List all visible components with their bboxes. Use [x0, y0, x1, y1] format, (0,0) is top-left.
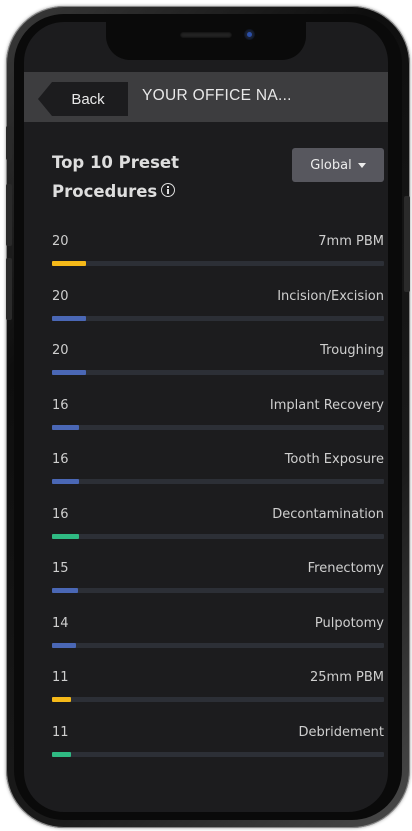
procedure-count: 20	[52, 288, 69, 304]
procedure-row: 14 Pulpotomy	[52, 616, 384, 671]
progress-fill	[52, 751, 71, 757]
top-bar: Back YOUR OFFICE NA...	[24, 72, 388, 122]
procedure-count: 11	[52, 724, 69, 740]
procedure-name: Tooth Exposure	[284, 452, 384, 467]
procedure-name: Incision/Excision	[277, 288, 384, 304]
procedure-row: 16 Tooth Exposure	[52, 452, 384, 507]
progress-fill	[52, 642, 76, 648]
section-title-line2: Procedures	[52, 182, 158, 201]
camera-icon	[244, 29, 255, 40]
procedure-row: 20 7mm PBM	[52, 234, 384, 289]
procedure-row: 16 Decontamination	[52, 507, 384, 562]
progress-fill	[52, 261, 86, 266]
procedure-count: 16	[52, 397, 69, 413]
volume-up-button	[6, 184, 12, 246]
procedure-row: 20 Troughing	[52, 343, 384, 398]
progress-track	[52, 370, 384, 375]
procedure-count: 15	[52, 561, 69, 576]
progress-fill	[52, 479, 79, 484]
back-button-label: Back	[71, 90, 105, 108]
procedure-count: 20	[52, 234, 69, 249]
procedure-count: 14	[52, 615, 69, 631]
procedure-row: 20 Incision/Excision	[52, 289, 384, 344]
procedure-name: Pulpotomy	[314, 615, 384, 631]
progress-track	[52, 315, 384, 321]
progress-track	[52, 751, 384, 757]
back-button[interactable]: Back	[38, 82, 128, 116]
section-title: Top 10 Preset Procedures	[52, 148, 179, 206]
procedure-row: 11 Debridement	[52, 725, 384, 780]
procedure-list: 20 7mm PBM 20 Incision/Excision 20 Troughing 1…	[52, 234, 384, 779]
progress-fill	[52, 533, 79, 539]
power-button	[404, 196, 410, 292]
procedure-name: Frenectomy	[307, 561, 384, 576]
progress-fill	[52, 588, 78, 593]
scope-dropdown-label: Global	[310, 157, 352, 173]
progress-track	[52, 697, 384, 702]
progress-track	[52, 261, 384, 266]
progress-fill	[52, 697, 71, 702]
progress-track	[52, 588, 384, 593]
procedure-count: 11	[52, 670, 69, 685]
procedure-count: 16	[52, 506, 69, 522]
progress-fill	[52, 370, 86, 375]
section-title-line1: Top 10 Preset	[52, 153, 179, 172]
procedure-row: 16 Implant Recovery	[52, 398, 384, 453]
progress-track	[52, 479, 384, 484]
progress-track	[52, 424, 384, 430]
screen: Back YOUR OFFICE NA... Top 10 Preset Pro…	[24, 22, 388, 812]
notch	[106, 22, 306, 60]
speaker-grille	[180, 32, 232, 38]
procedure-name: Debridement	[298, 724, 384, 740]
progress-fill	[52, 315, 86, 321]
procedure-name: 25mm PBM	[310, 670, 384, 685]
procedure-row: 15 Frenectomy	[52, 561, 384, 616]
procedure-name: 7mm PBM	[318, 234, 384, 249]
procedure-count: 16	[52, 452, 69, 467]
procedure-name: Implant Recovery	[269, 397, 384, 413]
scope-dropdown-button[interactable]: Global	[292, 148, 384, 182]
progress-track	[52, 533, 384, 539]
volume-down-button	[6, 258, 12, 320]
procedure-name: Troughing	[320, 343, 384, 358]
progress-fill	[52, 424, 79, 430]
procedure-name: Decontamination	[272, 506, 384, 522]
procedure-row: 11 25mm PBM	[52, 670, 384, 725]
office-name: YOUR OFFICE NA...	[142, 87, 292, 104]
mute-switch	[6, 126, 12, 160]
caret-down-icon	[357, 163, 366, 168]
progress-track	[52, 642, 384, 648]
info-icon[interactable]	[161, 183, 176, 197]
procedure-count: 20	[52, 343, 69, 358]
